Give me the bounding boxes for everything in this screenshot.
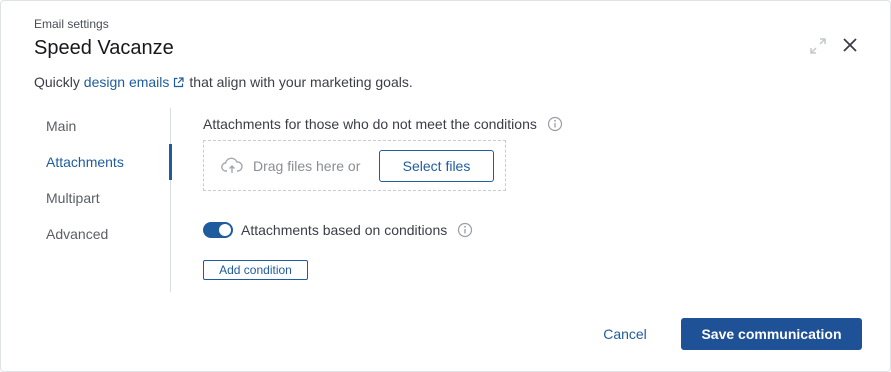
dialog-subtitle: Quickly design emails that align with you… [34, 74, 413, 90]
expand-icon[interactable] [808, 36, 828, 56]
info-icon[interactable] [547, 116, 563, 132]
nav-item-advanced[interactable]: Advanced [34, 216, 170, 252]
conditional-attachments-row: Attachments based on conditions [203, 222, 473, 238]
toggle-label: Attachments based on conditions [241, 222, 448, 238]
dialog-eyebrow: Email settings [34, 17, 109, 31]
cancel-button[interactable]: Cancel [589, 318, 661, 350]
nav-item-multipart[interactable]: Multipart [34, 180, 170, 216]
select-files-button[interactable]: Select files [379, 150, 494, 182]
nav-item-main[interactable]: Main [34, 108, 170, 144]
dialog-title: Speed Vacanze [34, 37, 174, 59]
drop-text: Drag files here or [253, 158, 361, 174]
conditional-attachments-toggle[interactable] [203, 222, 233, 238]
design-emails-link[interactable]: design emails [84, 74, 190, 90]
info-icon[interactable] [457, 222, 473, 238]
external-link-icon [174, 77, 185, 88]
cloud-upload-icon [221, 157, 243, 173]
settings-nav: Main Attachments Multipart Advanced [34, 108, 172, 292]
add-condition-button[interactable]: Add condition [203, 260, 308, 280]
email-settings-dialog: Email settings Speed Vacanze Quickly des… [0, 0, 891, 372]
attachments-section-label: Attachments for those who do not meet th… [203, 116, 563, 132]
section-label-text: Attachments for those who do not meet th… [203, 116, 537, 132]
nav-item-attachments[interactable]: Attachments [34, 144, 172, 180]
close-icon[interactable] [839, 34, 861, 56]
subtitle-prefix: Quickly [34, 74, 80, 90]
subtitle-suffix: that align with your marketing goals. [189, 74, 413, 90]
file-dropzone[interactable]: Drag files here or Select files [203, 140, 506, 191]
save-communication-button[interactable]: Save communication [681, 318, 862, 350]
